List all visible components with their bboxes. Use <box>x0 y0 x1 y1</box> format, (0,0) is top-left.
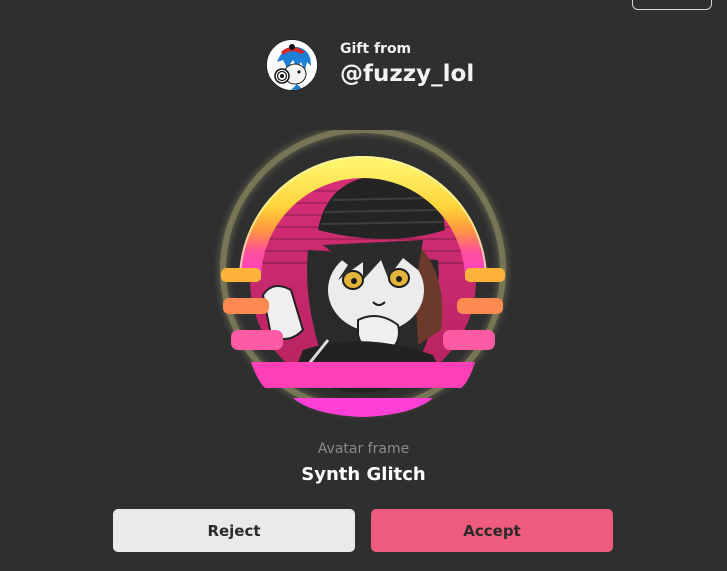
blue-haired-character-icon <box>267 40 317 90</box>
synthwave-frame-icon <box>220 127 506 417</box>
sender-info: Gift from @fuzzy_lol <box>266 39 474 91</box>
sender-username[interactable]: @fuzzy_lol <box>340 59 474 89</box>
gift-dialog: Gift from @fuzzy_lol Avatar frame Synth … <box>0 0 727 571</box>
sender-text: Gift from @fuzzy_lol <box>340 41 474 89</box>
reject-button[interactable]: Reject <box>113 509 355 552</box>
gift-from-caption: Gift from <box>340 41 412 57</box>
accept-button[interactable]: Accept <box>371 509 613 552</box>
sender-avatar[interactable] <box>266 39 318 91</box>
avatar-frame-preview <box>213 127 513 430</box>
item-type-label: Avatar frame <box>317 441 410 457</box>
item-name: Synth Glitch <box>301 464 426 485</box>
top-right-button[interactable] <box>632 0 712 10</box>
